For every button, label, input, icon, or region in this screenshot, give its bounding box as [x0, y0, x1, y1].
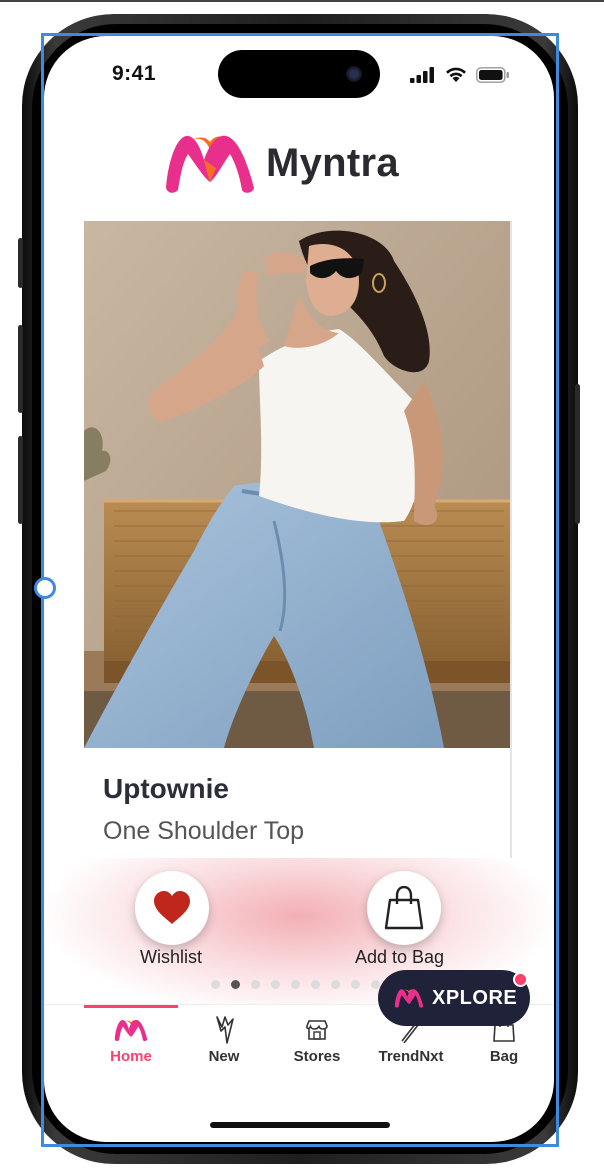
app-screen: 9:41 Myntra Uptownie One Shoulder Top Wi…: [44, 36, 554, 1142]
myntra-logo: Myntra: [164, 132, 399, 194]
wishlist-label[interactable]: Wishlist: [140, 947, 202, 968]
tab-stores-label: Stores: [293, 1048, 341, 1065]
bag-icon: [384, 886, 424, 930]
wifi-icon: [446, 67, 466, 82]
product-card[interactable]: Uptownie One Shoulder Top: [84, 221, 512, 858]
myntra-logo-icon: [394, 989, 424, 1008]
tab-bag-label: Bag: [489, 1048, 519, 1065]
tab-new-label: New: [208, 1048, 240, 1065]
carousel-dot[interactable]: [331, 980, 340, 989]
carousel-dot[interactable]: [231, 980, 240, 989]
notification-dot: [513, 972, 528, 987]
carousel-dot[interactable]: [291, 980, 300, 989]
carousel-dot[interactable]: [311, 980, 320, 989]
status-icons: [410, 66, 510, 83]
tab-trendnxt-label: TrendNxt: [378, 1048, 444, 1065]
heart-icon: [154, 891, 190, 924]
active-tab-indicator: [84, 1005, 178, 1008]
add-to-bag-label[interactable]: Add to Bag: [355, 947, 444, 968]
dynamic-island: [218, 50, 380, 98]
tab-stores[interactable]: Stores: [272, 1015, 362, 1065]
top-border: [0, 0, 604, 2]
selection-handle[interactable]: [34, 577, 56, 599]
carousel-dot[interactable]: [251, 980, 260, 989]
model-photo: [84, 221, 512, 748]
carousel-dots[interactable]: [211, 980, 380, 989]
brand-name: Myntra: [266, 140, 399, 185]
camera-icon: [346, 66, 362, 82]
add-to-bag-button[interactable]: [367, 871, 441, 945]
xplore-button[interactable]: XPLORE: [378, 970, 530, 1026]
product-image[interactable]: [84, 221, 512, 748]
lightning-icon: [216, 1016, 234, 1044]
tab-new[interactable]: New: [179, 1015, 269, 1065]
carousel-dot[interactable]: [351, 980, 360, 989]
tab-home[interactable]: Home: [86, 1015, 176, 1065]
signal-icon: [410, 66, 434, 83]
product-name: One Shoulder Top: [103, 817, 305, 845]
carousel-dot[interactable]: [211, 980, 220, 989]
tab-home-label: Home: [110, 1048, 152, 1065]
power-button: [575, 384, 580, 524]
carousel-dot[interactable]: [271, 980, 280, 989]
myntra-logo-icon: [166, 135, 254, 193]
card-edge: [510, 221, 512, 858]
wishlist-button[interactable]: [135, 871, 209, 945]
myntra-logo-icon: [114, 1019, 148, 1042]
store-icon: [306, 1020, 328, 1040]
action-button: [18, 238, 23, 288]
product-brand: Uptownie: [103, 773, 229, 804]
volume-down-button: [18, 436, 23, 524]
status-time: 9:41: [112, 62, 157, 85]
home-indicator[interactable]: [210, 1122, 390, 1128]
xplore-label: XPLORE: [432, 986, 518, 1009]
battery-icon: [476, 66, 509, 83]
volume-up-button: [18, 325, 23, 413]
